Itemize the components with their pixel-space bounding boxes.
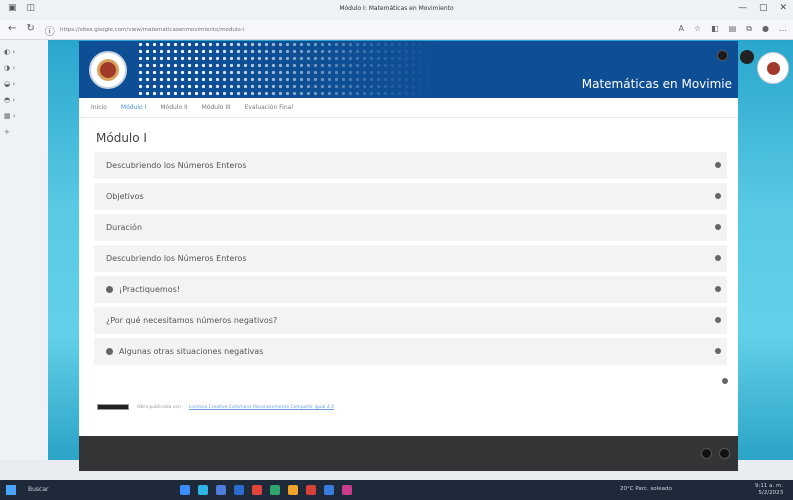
app-icon[interactable] <box>198 485 208 495</box>
license-notice: Obra publicada con Licencia Creative Com… <box>97 404 334 410</box>
app-icon[interactable] <box>180 485 190 495</box>
url-field[interactable]: https://sites.google.com/view/matematica… <box>60 24 480 36</box>
list-item[interactable]: Algunas otras situaciones negativas <box>94 338 727 365</box>
expand-icon[interactable] <box>715 286 721 292</box>
more-icon[interactable]: … <box>779 24 787 34</box>
list-item[interactable]: Objetivos <box>94 183 727 210</box>
windows-start-icon[interactable] <box>6 485 16 495</box>
address-bar-row: ← ↻ ⓘ https://sites.google.com/view/mate… <box>0 20 793 40</box>
site-banner: Matemáticas en Movimie <box>79 41 738 98</box>
rail-tab-icon[interactable]: ◐ › <box>4 48 15 56</box>
window-controls: — ▢ ✕ <box>738 3 787 13</box>
refresh-icon[interactable]: ↻ <box>26 23 34 38</box>
close-button[interactable]: ✕ <box>779 3 787 13</box>
app-icon[interactable] <box>288 485 298 495</box>
site-container: Matemáticas en Movimie Inicio Módulo I M… <box>79 41 738 471</box>
extensions-icon[interactable]: ⧉ <box>746 24 752 34</box>
browser-actions: A ☆ ◧ ▤ ⧉ ● … <box>679 24 787 34</box>
taskbar-apps <box>180 485 352 495</box>
nav-modulo-ii[interactable]: Módulo II <box>160 104 187 111</box>
expand-icon[interactable] <box>715 255 721 261</box>
split-icon[interactable]: ◧ <box>711 24 719 34</box>
expand-icon[interactable] <box>715 317 721 323</box>
item-label: Algunas otras situaciones negativas <box>119 347 264 356</box>
profile-icon[interactable]: ● <box>762 24 769 34</box>
rail-tab-icon[interactable]: ◑ › <box>4 64 15 72</box>
app-icon[interactable] <box>234 485 244 495</box>
footer-dot-icon[interactable] <box>719 448 730 459</box>
maximize-button[interactable]: ▢ <box>759 3 768 13</box>
new-tab-icon[interactable]: + <box>4 128 10 136</box>
nav-modulo-iii[interactable]: Módulo III <box>202 104 231 111</box>
nav-inicio[interactable]: Inicio <box>91 104 107 111</box>
app-icon[interactable] <box>270 485 280 495</box>
bullet-icon <box>106 286 113 293</box>
license-link[interactable]: Licencia Creative Commons Reconocimiento… <box>189 405 334 410</box>
app-icon[interactable] <box>342 485 352 495</box>
clock[interactable]: 9:11 a. m. 5/2/2023 <box>755 483 783 497</box>
app-icon[interactable] <box>306 485 316 495</box>
browser-titlebar: ▣ ◫ Módulo I: Matemáticas en Movimiento … <box>0 0 793 20</box>
list-item[interactable]: ¿Por qué necesitamos números negativos? <box>94 307 727 334</box>
collapsible-list: Descubriendo los Números Enteros Objetiv… <box>94 152 727 369</box>
clock-time: 9:11 a. m. <box>755 483 784 489</box>
reader-icon[interactable]: A <box>679 24 684 34</box>
school-logo[interactable] <box>89 51 127 89</box>
vertical-tabs-rail: ◐ › ◑ › ◒ › ◓ › ▦ › + <box>0 40 48 460</box>
item-label: ¿Por qué necesitamos números negativos? <box>106 316 278 325</box>
item-label: Duración <box>106 223 143 232</box>
rail-tab-icon[interactable]: ◓ › <box>4 96 15 104</box>
list-item[interactable]: Descubriendo los Números Enteros <box>94 245 727 272</box>
nav-evaluacion-final[interactable]: Evaluación Final <box>245 104 293 111</box>
nav-modulo-i[interactable]: Módulo I <box>121 104 146 111</box>
expand-icon[interactable] <box>715 193 721 199</box>
collections-icon[interactable]: ▤ <box>729 24 737 34</box>
browser-nav: ← ↻ ⓘ <box>8 23 55 38</box>
item-label: ¡Practiquemos! <box>119 285 180 294</box>
clock-date: 5/2/2023 <box>758 490 784 496</box>
app-icon[interactable] <box>216 485 226 495</box>
site-footer <box>79 436 738 471</box>
expand-icon[interactable] <box>715 224 721 230</box>
weather-widget[interactable]: 20°C Parc. soleado <box>620 486 672 492</box>
item-label: Objetivos <box>106 192 144 201</box>
site-title: Matemáticas en Movimie <box>581 77 732 91</box>
list-item[interactable]: ¡Practiquemos! <box>94 276 727 303</box>
item-label: Descubriendo los Números Enteros <box>106 161 247 170</box>
back-icon[interactable]: ← <box>8 23 16 38</box>
minimize-button[interactable]: — <box>738 3 747 13</box>
side-logo <box>757 52 789 84</box>
item-label: Descubriendo los Números Enteros <box>106 254 247 263</box>
bullet-icon <box>106 348 113 355</box>
side-menu-icon[interactable] <box>740 50 754 64</box>
taskbar-search[interactable]: Buscar <box>28 486 49 493</box>
rail-tab-icon[interactable]: ◒ › <box>4 80 15 88</box>
footer-dot-icon[interactable] <box>701 448 712 459</box>
menu-icon[interactable] <box>717 50 728 61</box>
favorite-icon[interactable]: ☆ <box>694 24 701 34</box>
banner-dot-pattern <box>137 41 437 98</box>
expand-icon[interactable] <box>722 378 728 384</box>
app-icon[interactable] <box>252 485 262 495</box>
creative-commons-badge[interactable] <box>97 404 129 410</box>
taskbar: Buscar 20°C Parc. soleado 9:11 a. m. 5/2… <box>0 480 793 500</box>
page-title: Módulo I <box>96 131 147 145</box>
site-nav: Inicio Módulo I Módulo II Módulo III Eva… <box>79 98 738 118</box>
list-item[interactable]: Descubriendo los Números Enteros <box>94 152 727 179</box>
info-icon[interactable]: ⓘ <box>45 23 55 38</box>
expand-icon[interactable] <box>715 348 721 354</box>
expand-icon[interactable] <box>715 162 721 168</box>
app-icon[interactable] <box>324 485 334 495</box>
window-title: Módulo I: Matemáticas en Movimiento <box>339 5 454 12</box>
rail-tab-icon[interactable]: ▦ › <box>4 112 16 120</box>
license-text: Obra publicada con <box>137 404 181 410</box>
list-item[interactable]: Duración <box>94 214 727 241</box>
